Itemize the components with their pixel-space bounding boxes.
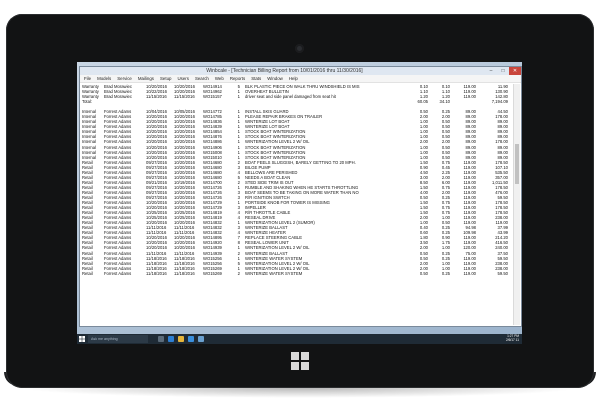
table-cell: WINTERIZE WATER SYSTEM	[245, 270, 303, 276]
menu-bar: File Models Service Mailings Setup Users Searc…	[80, 75, 521, 83]
menu-item-mailings[interactable]: Mailings	[138, 75, 154, 82]
table-cell: 11/18/2016	[146, 270, 167, 276]
menu-item-models[interactable]: Models	[97, 75, 111, 82]
system-tray-clock[interactable]: 1:27 PM 2/6/17 11	[506, 335, 522, 342]
menu-item-setup[interactable]: Setup	[160, 75, 171, 82]
minimize-button[interactable]: –	[485, 67, 497, 75]
window-title: Winbcale - [Technician Billing Report fr…	[206, 68, 363, 74]
total-amount: 7,194.09	[491, 99, 508, 105]
store-icon[interactable]	[188, 336, 194, 342]
app-icon[interactable]	[198, 336, 204, 342]
taskbar-search-box[interactable]: Ask me anything	[88, 335, 148, 343]
camera-icon	[295, 44, 304, 53]
table-cell: 119.00	[463, 270, 477, 276]
table-cell: Retail	[82, 270, 93, 276]
menu-item-reports[interactable]: Reports	[230, 75, 245, 82]
menu-item-file[interactable]: File	[84, 75, 91, 82]
menu-item-web[interactable]: Web	[215, 75, 224, 82]
screen: Winbcale - [Technician Billing Report fr…	[77, 62, 522, 344]
table-cell: 59.50	[497, 270, 508, 276]
total-billed: 34.10	[439, 99, 450, 105]
table-row: Retail Forrest Adams 11/18/2016 11/18/2016 W…	[82, 271, 514, 276]
app-window: Winbcale - [Technician Billing Report fr…	[79, 66, 522, 327]
table-cell: Forrest Adams	[104, 270, 132, 276]
billing-report: Warranty Brad Morawiec 10/20/2016 10/20/201…	[82, 84, 514, 326]
table-cell: 2	[237, 270, 240, 276]
menu-item-window[interactable]: Window	[267, 75, 283, 82]
taskbar: Ask me anything 1:27 PM 2/6/17 11	[77, 334, 522, 344]
windows-logo-icon[interactable]	[291, 352, 309, 370]
scrollbar-thumb[interactable]	[515, 144, 519, 184]
title-bar: Winbcale - [Technician Billing Report fr…	[80, 67, 521, 75]
total-hours: 60.05	[417, 99, 428, 105]
start-button[interactable]	[77, 334, 87, 344]
file-explorer-icon[interactable]	[178, 336, 184, 342]
menu-item-help[interactable]: Help	[289, 75, 298, 82]
vertical-scrollbar[interactable]	[513, 84, 520, 325]
menu-item-service[interactable]: Service	[117, 75, 132, 82]
maximize-button[interactable]: □	[497, 67, 509, 75]
table-cell: WO15269	[203, 270, 222, 276]
tray-date: 2/6/17 11	[505, 338, 519, 342]
edge-browser-icon[interactable]	[168, 336, 174, 342]
menu-item-search[interactable]: Search	[195, 75, 209, 82]
menu-item-users[interactable]: Users	[177, 75, 188, 82]
table-cell: 11/18/2016	[174, 270, 195, 276]
table-cell: 0.25	[441, 270, 450, 276]
menu-item-stats[interactable]: Stats	[251, 75, 261, 82]
total-row: Total: 60.05 34.10 7,194.09	[82, 99, 514, 104]
task-view-icon[interactable]	[158, 336, 164, 342]
windows-start-icon	[79, 336, 85, 342]
table-cell: 0.50	[419, 270, 428, 276]
total-label: Total:	[82, 99, 93, 105]
close-button[interactable]: ✕	[509, 67, 521, 75]
